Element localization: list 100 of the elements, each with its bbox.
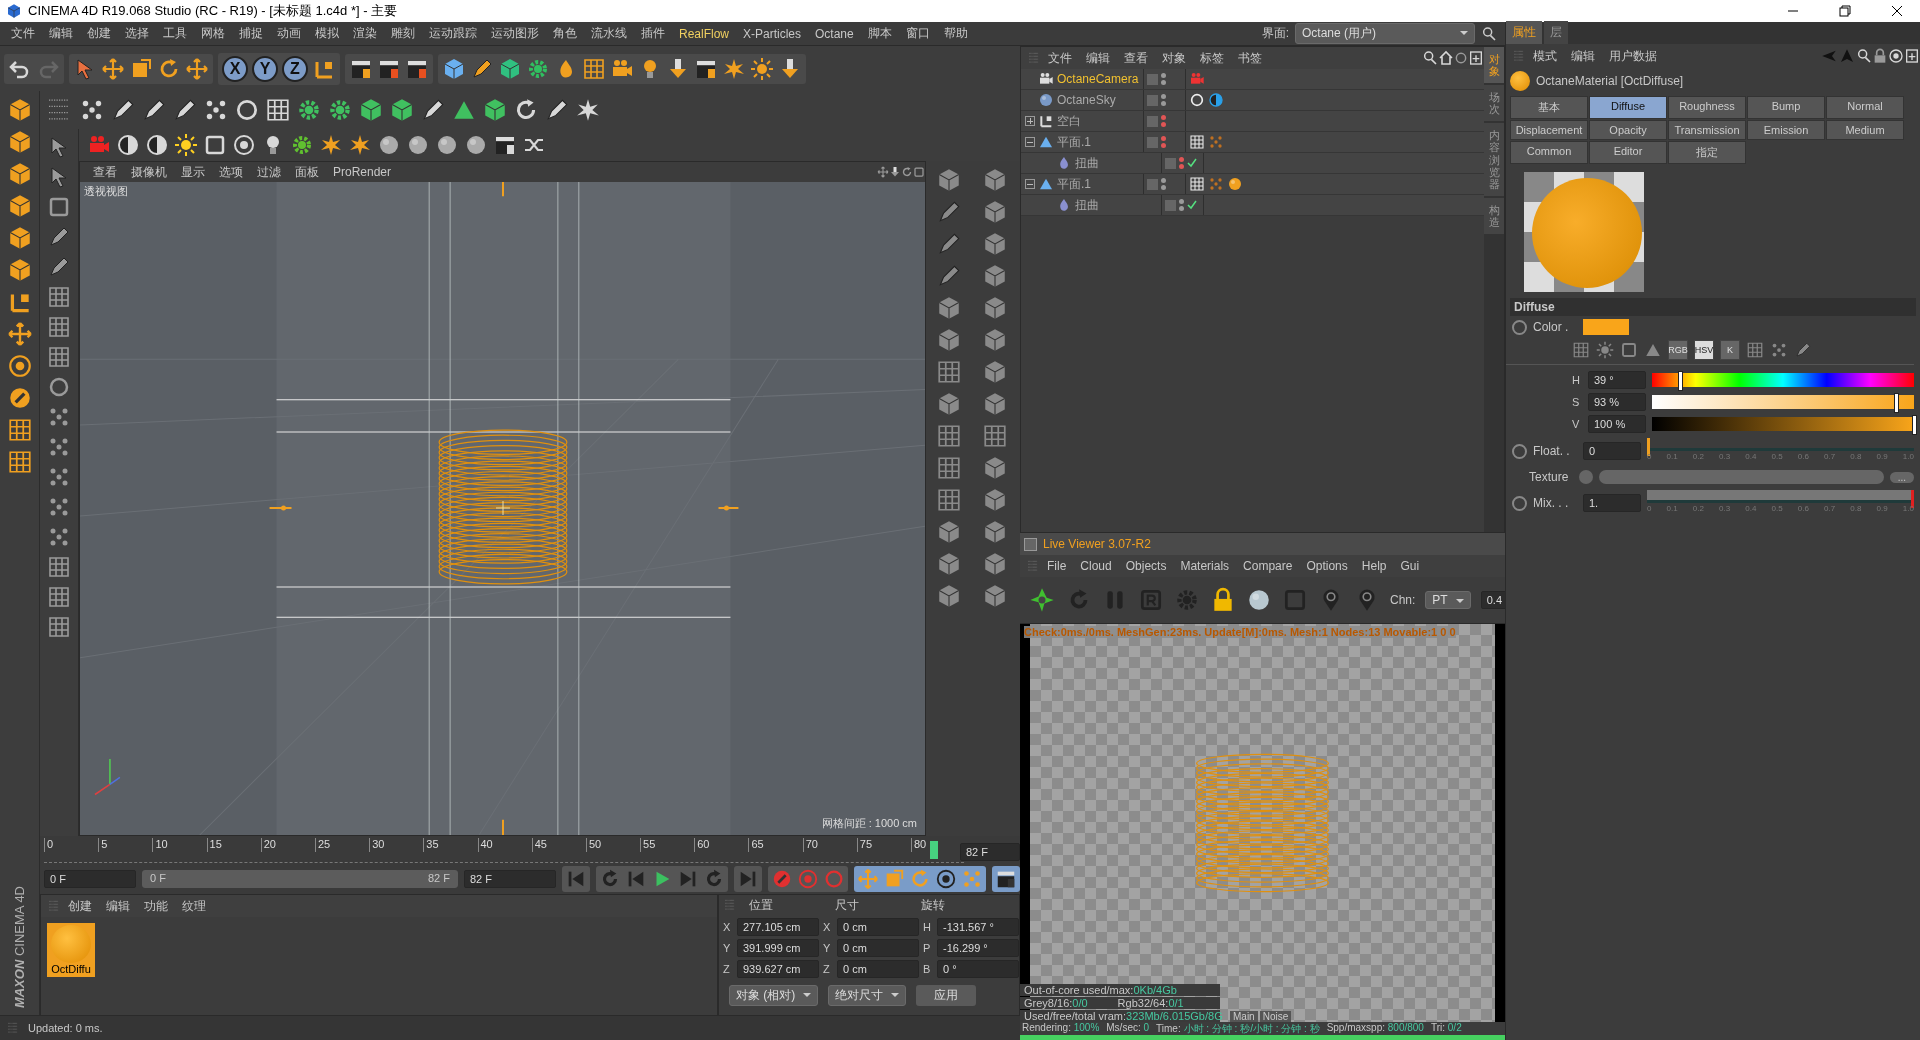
visibility-dot[interactable] [1161, 185, 1166, 190]
menu-item[interactable]: 编辑 [42, 25, 80, 42]
channel-tab[interactable]: Normal [1826, 96, 1904, 119]
object-name[interactable]: 扭曲 [1075, 154, 1099, 172]
sphere-icon[interactable] [1227, 176, 1243, 192]
pen-icon[interactable] [110, 97, 136, 123]
check-icon[interactable] [1187, 158, 1197, 168]
pen-icon[interactable] [936, 199, 962, 225]
square-icon[interactable] [1620, 341, 1638, 359]
menu-item[interactable]: 窗口 [898, 25, 937, 42]
viewport-menu-item[interactable]: 查看 [86, 163, 124, 181]
channel-tab[interactable]: Transmission [1668, 120, 1746, 140]
pen-icon[interactable] [141, 97, 167, 123]
search-icon[interactable] [1481, 25, 1497, 42]
menu-item[interactable]: RealFlow [672, 26, 736, 41]
visibility-dot[interactable] [1179, 164, 1184, 169]
viewport-menu-item[interactable]: ProRender [326, 165, 399, 179]
end-frame-field[interactable]: 82 F [464, 869, 556, 888]
coordinate-field[interactable]: -16.299 ° [937, 939, 1019, 957]
viewer-menu-item[interactable]: Options [1299, 559, 1355, 573]
layer-swatch[interactable] [1165, 157, 1176, 169]
cube-icon[interactable] [389, 97, 415, 123]
grid-icon[interactable] [982, 423, 1008, 449]
attribute-menu-item[interactable]: 用户数据 [1602, 47, 1664, 65]
half-circle-icon[interactable] [116, 133, 140, 157]
value-field[interactable]: 0.4 [1480, 591, 1508, 609]
coordinate-field[interactable]: 277.105 cm [737, 918, 819, 936]
visibility-dot[interactable] [1179, 157, 1184, 162]
pen-icon[interactable] [420, 97, 446, 123]
channel-tab[interactable]: Displacement [1510, 120, 1588, 140]
viewer-menu-item[interactable]: File [1040, 559, 1074, 573]
object-name[interactable]: 空白 [1057, 112, 1081, 130]
object-name[interactable]: 平面.1 [1057, 133, 1091, 151]
sun-icon[interactable] [1596, 341, 1614, 359]
channel-tab[interactable]: Diffuse [1589, 96, 1667, 119]
viewport-menu-item[interactable]: 面板 [288, 163, 326, 181]
channel-tab[interactable]: Roughness [1668, 96, 1746, 119]
visibility-dot[interactable] [1161, 143, 1166, 148]
material-thumbnail[interactable]: OctDiffu [47, 923, 95, 977]
sphere-icon[interactable] [435, 133, 459, 157]
menu-item[interactable]: 雕刻 [384, 25, 422, 42]
layer-swatch[interactable] [1147, 136, 1158, 148]
start-frame-field[interactable]: 0 F [44, 869, 136, 888]
menu-item[interactable]: 创建 [80, 25, 118, 42]
visibility-dot[interactable] [1161, 178, 1166, 183]
number-field[interactable]: 39 ° [1588, 371, 1646, 389]
dots-icon[interactable] [1208, 134, 1224, 150]
grip-icon[interactable] [6, 1021, 20, 1035]
grid-icon[interactable] [936, 487, 962, 513]
circle-icon[interactable] [1454, 51, 1468, 65]
viewport-menu-item[interactable]: 摄像机 [124, 163, 174, 181]
channel-tab[interactable]: Medium [1826, 120, 1904, 140]
gear-icon[interactable] [296, 97, 322, 123]
move-icon[interactable] [6, 321, 33, 347]
menu-item[interactable]: 插件 [634, 25, 672, 42]
coordinate-field[interactable]: 0 cm [837, 960, 919, 978]
object-name[interactable]: 平面.1 [1057, 175, 1091, 193]
circle-icon[interactable] [47, 375, 71, 399]
attribute-menu-item[interactable]: 模式 [1526, 47, 1564, 65]
coordinate-field[interactable]: 391.999 cm [737, 939, 819, 957]
menu-item[interactable]: 流水线 [584, 25, 634, 42]
slider-thumb[interactable] [1893, 393, 1899, 413]
viewport-menu-item[interactable]: 过滤 [250, 163, 288, 181]
object-menu-item[interactable]: 文件 [1041, 49, 1079, 67]
visibility-dot[interactable] [1161, 94, 1166, 99]
pen-icon[interactable] [544, 97, 570, 123]
half-circle-icon[interactable] [145, 133, 169, 157]
texture-field[interactable] [1599, 470, 1884, 484]
viewport[interactable]: 透视视图 网格间距 : 1000 cm [80, 182, 925, 835]
gear-icon[interactable] [290, 133, 314, 157]
grid-icon[interactable] [47, 585, 71, 609]
material-menu-item[interactable]: 创建 [61, 897, 99, 915]
viewer-menu-item[interactable]: Objects [1118, 559, 1174, 573]
current-frame-field[interactable]: 82 F [960, 843, 1020, 861]
view-toggle-button[interactable]: Noise [1259, 1011, 1292, 1022]
expand-toggle[interactable] [1025, 137, 1035, 147]
circle-icon[interactable] [234, 97, 260, 123]
grid-icon[interactable] [6, 417, 33, 443]
mode-dropdown[interactable]: 对象 (相对) [729, 985, 819, 1006]
number-field[interactable]: 93 % [1588, 393, 1646, 411]
layer-swatch[interactable] [1147, 94, 1158, 106]
visibility-dot[interactable] [1161, 136, 1166, 141]
color-mode-button[interactable]: HSV [1694, 340, 1714, 360]
cube-icon[interactable] [6, 3, 22, 19]
search-icon[interactable] [1422, 50, 1438, 66]
radio-button[interactable] [1512, 443, 1527, 459]
attribute-menu-item[interactable]: 编辑 [1564, 47, 1602, 65]
cube-icon[interactable] [482, 97, 508, 123]
pen-icon[interactable] [172, 97, 198, 123]
browse-button[interactable]: ... [1889, 471, 1914, 483]
apply-button[interactable]: 应用 [916, 985, 977, 1006]
cube-icon[interactable] [358, 97, 384, 123]
slider-thumb[interactable] [1678, 371, 1684, 391]
home-icon[interactable] [1438, 50, 1454, 66]
lock-icon[interactable] [1872, 48, 1888, 64]
visibility-dot[interactable] [1161, 80, 1166, 85]
number-field[interactable]: 100 % [1588, 415, 1646, 433]
channel-tab[interactable]: 基本 [1510, 96, 1588, 119]
camera-icon[interactable] [1038, 71, 1054, 87]
move-icon[interactable] [877, 166, 889, 178]
